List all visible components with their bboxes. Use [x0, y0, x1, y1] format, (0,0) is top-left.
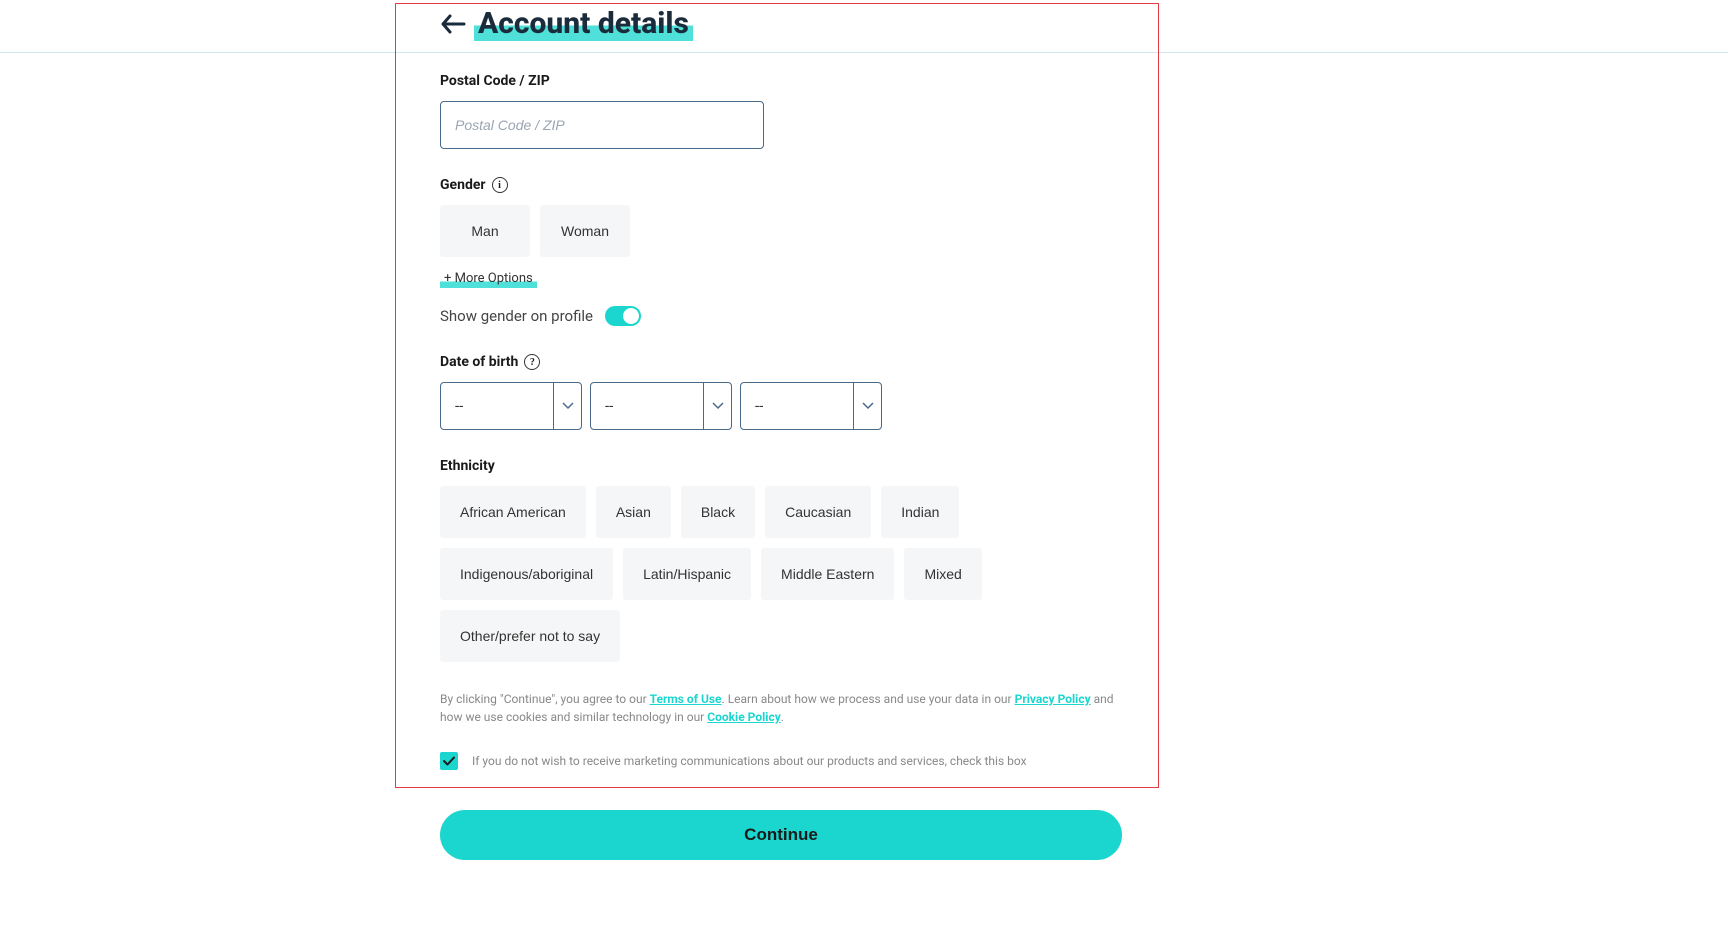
- marketing-label: If you do not wish to receive marketing …: [472, 754, 1027, 768]
- ethnicity-option[interactable]: African American: [440, 486, 586, 538]
- chevron-down-icon: [853, 383, 881, 429]
- ethnicity-option[interactable]: Middle Eastern: [761, 548, 894, 600]
- ethnicity-option[interactable]: Mixed: [904, 548, 981, 600]
- ethnicity-option[interactable]: Caucasian: [765, 486, 871, 538]
- ethnicity-option[interactable]: Other/prefer not to say: [440, 610, 620, 662]
- info-icon[interactable]: i: [492, 177, 508, 193]
- ethnicity-option[interactable]: Latin/Hispanic: [623, 548, 751, 600]
- gender-option-man[interactable]: Man: [440, 205, 530, 257]
- ethnicity-option[interactable]: Black: [681, 486, 755, 538]
- gender-label: Gender i: [440, 177, 1140, 193]
- ethnicity-option[interactable]: Indigenous/aboriginal: [440, 548, 613, 600]
- divider: [0, 52, 1728, 53]
- page-title: Account details: [474, 6, 693, 41]
- chevron-down-icon: [553, 383, 581, 429]
- postal-input[interactable]: [440, 101, 764, 149]
- ethnicity-option[interactable]: Indian: [881, 486, 959, 538]
- ethnicity-label: Ethnicity: [440, 458, 1140, 474]
- help-icon[interactable]: ?: [524, 354, 540, 370]
- legal-text: By clicking "Continue", you agree to our…: [440, 690, 1130, 726]
- postal-label: Postal Code / ZIP: [440, 73, 1140, 89]
- dob-select-2[interactable]: --: [590, 382, 732, 430]
- ethnicity-option[interactable]: Asian: [596, 486, 671, 538]
- continue-button[interactable]: Continue: [440, 810, 1122, 860]
- privacy-link[interactable]: Privacy Policy: [1015, 692, 1091, 706]
- chevron-down-icon: [703, 383, 731, 429]
- show-gender-label: Show gender on profile: [440, 307, 593, 325]
- terms-link[interactable]: Terms of Use: [650, 692, 722, 706]
- more-options-link[interactable]: + More Options: [440, 269, 537, 288]
- dob-select-3[interactable]: --: [740, 382, 882, 430]
- dob-select-1[interactable]: --: [440, 382, 582, 430]
- cookie-link[interactable]: Cookie Policy: [707, 710, 781, 724]
- back-arrow-icon[interactable]: [440, 14, 466, 34]
- show-gender-toggle[interactable]: [605, 306, 641, 326]
- marketing-checkbox[interactable]: [440, 752, 458, 770]
- gender-option-woman[interactable]: Woman: [540, 205, 630, 257]
- dob-label: Date of birth ?: [440, 354, 1140, 370]
